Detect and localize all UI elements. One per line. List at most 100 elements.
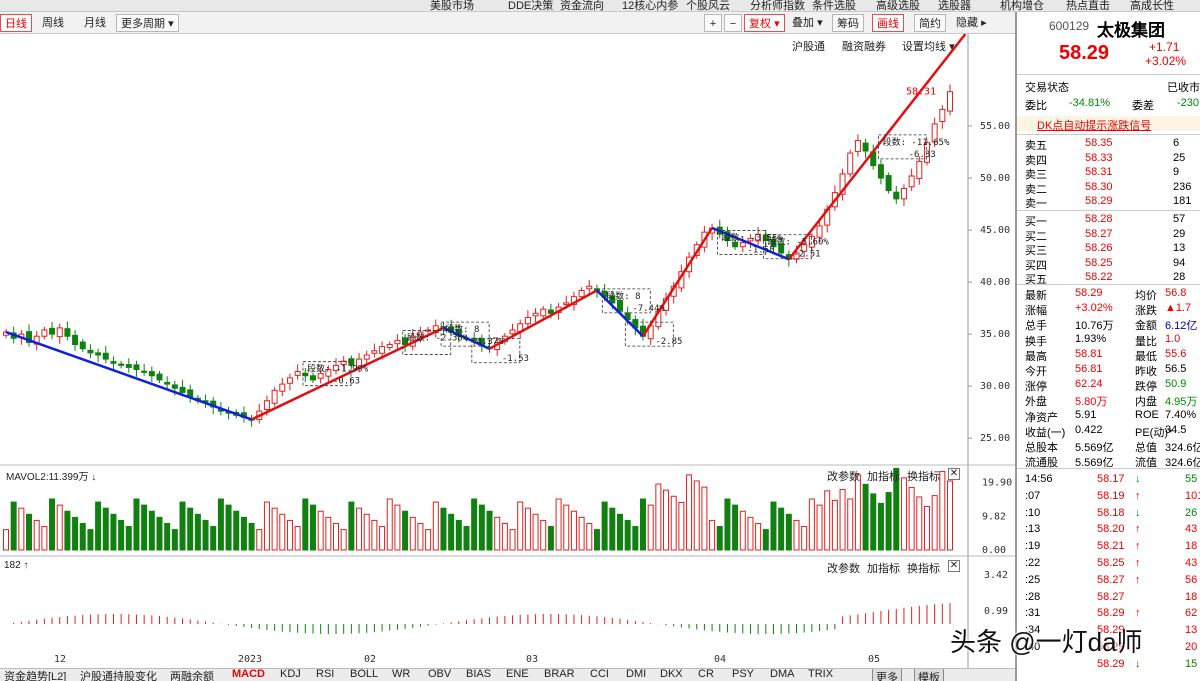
- indicator-tab[interactable]: WR: [392, 669, 410, 680]
- indicator-tab[interactable]: OBV: [428, 669, 451, 680]
- top-menu-item[interactable]: 12核心内参: [622, 0, 678, 11]
- period-daily-button[interactable]: 日线: [0, 14, 32, 32]
- volume-bar: [164, 522, 171, 551]
- volume-bar: [540, 519, 547, 551]
- volume-switch-indicator-link[interactable]: 换指标: [907, 468, 940, 484]
- indicator-tab[interactable]: BIAS: [466, 669, 491, 680]
- top-menu-bar: 美股市场 DDE决策 资金流向 12核心内参 个股风云 分析师指数 条件选股 高级选股 选股器 机…: [0, 0, 1200, 12]
- indicator-tab[interactable]: 更多: [872, 669, 902, 681]
- signal-text: DK点自动提示涨跌信号: [1037, 120, 1152, 132]
- volume-bar: [632, 526, 639, 551]
- indicator-tab[interactable]: 资金趋势[L2]: [4, 669, 66, 681]
- indicator-tabs: 资金趋势[L2] 沪股通持股变化 两融余额 MACD KDJ RSI BOLL WR OBV BI…: [0, 668, 1015, 681]
- divider: [1017, 74, 1200, 75]
- volume-bar: [593, 529, 600, 551]
- candle-body: [578, 289, 585, 298]
- hide-button[interactable]: 隐藏 ▸: [952, 14, 991, 32]
- top-menu-item[interactable]: 分析师指数: [750, 0, 805, 11]
- top-menu-item[interactable]: 资金流向: [560, 0, 604, 11]
- tick-volume: 15: [1185, 657, 1198, 670]
- period-weekly-button[interactable]: 周线: [38, 14, 68, 32]
- tick-time: :13: [1025, 523, 1041, 536]
- macd-edit-params-link[interactable]: 改参数: [827, 560, 860, 576]
- indicator-tab[interactable]: CR: [698, 669, 714, 680]
- ma-settings-link[interactable]: 设置均线 ▾: [902, 38, 955, 54]
- simple-mode-button[interactable]: 简约: [914, 14, 946, 32]
- indicator-tab[interactable]: TRIX: [808, 669, 833, 680]
- candle-body: [171, 384, 178, 389]
- volume-bar: [839, 488, 846, 551]
- volume-bar: [808, 498, 815, 551]
- indicator-tab[interactable]: 沪股通持股变化: [80, 669, 157, 681]
- indicator-tab[interactable]: MACD: [232, 669, 265, 680]
- volume-bar: [732, 504, 739, 551]
- indicator-tab[interactable]: DMI: [626, 669, 646, 680]
- volume-bar: [187, 507, 194, 551]
- indicator-tab[interactable]: DMA: [770, 669, 794, 680]
- top-menu-item[interactable]: 美股市场: [430, 0, 474, 11]
- stat-row: 涨幅 +3.02% 涨跌 ▲1.7: [1017, 301, 1200, 317]
- signal-banner[interactable]: DK点自动提示涨跌信号: [1017, 116, 1200, 132]
- date-axis-label: 05: [868, 654, 880, 665]
- top-menu-item[interactable]: 个股风云: [686, 0, 730, 11]
- volume-axis-label: 9.82: [982, 512, 1006, 523]
- more-periods-dropdown[interactable]: 更多周期 ▾: [116, 14, 179, 32]
- kline-chart-area[interactable]: 55.00 50.00 45.00 40.00 35.00 30.00 25.00 58.31…: [0, 34, 1015, 668]
- indicator-tab[interactable]: CCI: [590, 669, 609, 680]
- overlay-label: 叠加: [792, 17, 814, 29]
- indicator-tab[interactable]: RSI: [316, 669, 334, 680]
- volume-bar: [33, 519, 40, 551]
- tick-row: :31 58.29 ↑ 62: [1017, 606, 1200, 621]
- top-menu-item[interactable]: 高级选股: [876, 0, 920, 11]
- period-monthly-button[interactable]: 月线: [80, 14, 110, 32]
- macd-switch-indicator-link[interactable]: 换指标: [907, 560, 940, 576]
- close-icon[interactable]: ✕: [948, 560, 960, 572]
- candle-body: [379, 346, 386, 354]
- indicator-tab[interactable]: 两融余额: [170, 669, 214, 681]
- top-menu-item[interactable]: 条件选股: [812, 0, 856, 11]
- top-menu-item[interactable]: DDE决策: [508, 0, 553, 11]
- top-menu-item[interactable]: 高成长性: [1130, 0, 1174, 11]
- volume-bar: [79, 522, 86, 551]
- top-menu-item[interactable]: 机构增仓: [1000, 0, 1044, 11]
- adjust-price-button[interactable]: 复权 ▾: [744, 14, 785, 32]
- chips-button[interactable]: 筹码: [832, 14, 864, 32]
- volume-bar: [240, 516, 247, 551]
- volume-bar: [394, 504, 401, 551]
- candle-body: [563, 302, 570, 306]
- indicator-tab[interactable]: ENE: [506, 669, 529, 680]
- candle-body: [877, 164, 884, 179]
- volume-bar: [686, 474, 693, 551]
- indicator-tab[interactable]: KDJ: [280, 669, 301, 680]
- top-menu-item[interactable]: 热点直击: [1066, 0, 1110, 11]
- date-axis-label: 04: [714, 654, 726, 665]
- volume-bar: [900, 477, 907, 551]
- kline-chart-svg[interactable]: 55.00 50.00 45.00 40.00 35.00 30.00 25.00 58.31…: [0, 34, 1015, 668]
- tick-volume: 13: [1185, 624, 1198, 637]
- macd-add-indicator-link[interactable]: 加指标: [867, 560, 900, 576]
- indicator-tab[interactable]: 模板: [914, 669, 944, 681]
- candle-body: [263, 400, 270, 410]
- top-menu-item[interactable]: 选股器: [938, 0, 971, 11]
- order-price: 58.22: [1085, 271, 1113, 283]
- indicator-tab[interactable]: BRAR: [544, 669, 575, 680]
- volume-add-indicator-link[interactable]: 加指标: [867, 468, 900, 484]
- close-icon[interactable]: ✕: [948, 468, 960, 480]
- tick-row: 14:56 58.17 ↓ 55: [1017, 472, 1200, 487]
- buy-order-row: 买二 58.27 29: [1017, 227, 1200, 243]
- draw-line-button[interactable]: 画线: [872, 14, 904, 32]
- candle-body: [616, 299, 623, 312]
- indicator-tab[interactable]: PSY: [732, 669, 754, 680]
- hk-connect-link[interactable]: 沪股通: [792, 38, 825, 54]
- indicator-tab[interactable]: DKX: [660, 669, 683, 680]
- indicator-tab[interactable]: BOLL: [350, 669, 378, 680]
- zoom-in-button[interactable]: +: [704, 14, 722, 32]
- volume-bar: [56, 504, 63, 551]
- volume-edit-params-link[interactable]: 改参数: [827, 468, 860, 484]
- overlay-button[interactable]: 叠加 ▾: [788, 14, 827, 32]
- volume-bar: [517, 501, 524, 551]
- order-volume: 236: [1173, 180, 1192, 193]
- zoom-out-button[interactable]: −: [724, 14, 742, 32]
- margin-trading-link[interactable]: 融资融券: [842, 38, 886, 54]
- tick-row: 58.29 ↓ 15: [1017, 657, 1200, 672]
